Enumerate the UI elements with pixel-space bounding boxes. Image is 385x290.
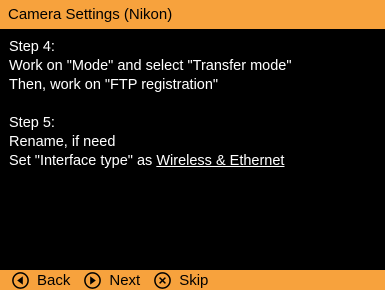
step5-line1: Rename, if need	[9, 134, 116, 150]
back-label: Back	[37, 271, 71, 289]
circle-x-icon	[154, 271, 172, 289]
camera-settings-window: Camera Settings (Nikon) Step 4: Work on …	[0, 0, 385, 290]
circle-left-arrow-icon	[12, 271, 29, 289]
instructions-panel: Step 4: Work on "Mode" and select "Trans…	[9, 38, 379, 171]
step5-line2: Set "Interface type" as Wireless & Ether…	[9, 152, 379, 171]
interface-type-link[interactable]: Wireless & Ethernet	[156, 153, 284, 169]
step5-line2-text: Set "Interface type" as	[9, 153, 157, 169]
skip-label: Skip	[179, 271, 209, 289]
step5-heading: Step 5:	[9, 115, 55, 131]
circle-right-arrow-icon	[84, 271, 102, 289]
skip-button[interactable]: Skip	[154, 272, 208, 289]
back-button[interactable]: Back	[12, 272, 70, 289]
next-button[interactable]: Next	[84, 272, 140, 289]
step4-line2: Then, work on "FTP registration"	[9, 77, 219, 93]
window-title: Camera Settings (Nikon)	[8, 6, 173, 23]
step4-line1: Work on "Mode" and select "Transfer mode…	[9, 58, 292, 74]
next-label: Next	[109, 271, 141, 289]
title-bar: Camera Settings (Nikon)	[0, 0, 385, 29]
step4-heading: Step 4:	[9, 39, 55, 55]
navigation-bar: Back Next Skip	[0, 270, 385, 290]
